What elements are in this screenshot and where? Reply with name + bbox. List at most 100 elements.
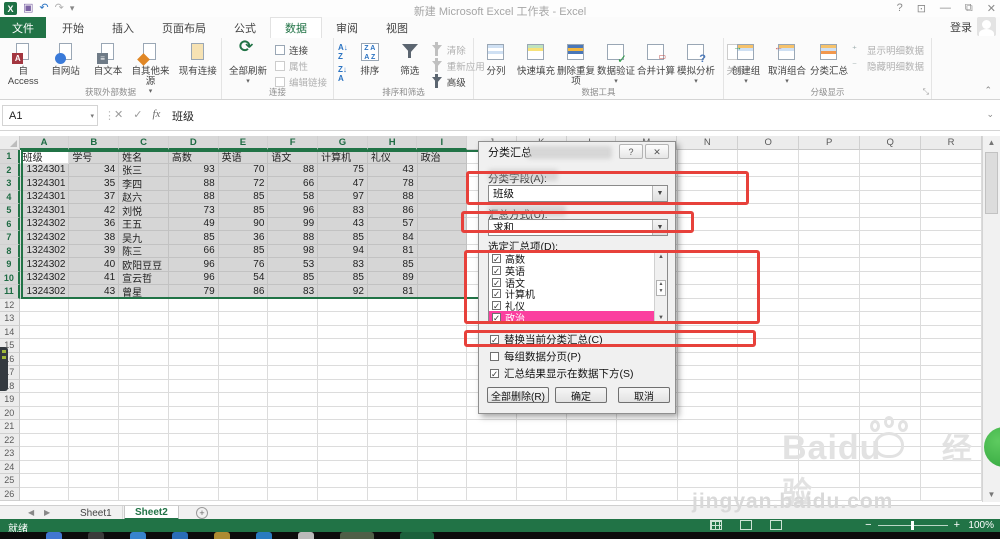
cell-A6[interactable]: 1324302 bbox=[19, 217, 70, 231]
cell-E14[interactable] bbox=[218, 325, 269, 339]
cell-C24[interactable] bbox=[119, 460, 169, 474]
dialog-help-icon[interactable]: ? bbox=[619, 144, 643, 159]
tab-view[interactable]: 视图 bbox=[372, 17, 422, 38]
cell-C17[interactable] bbox=[119, 366, 169, 380]
row-header-10[interactable]: 10 bbox=[0, 271, 20, 285]
cell-A9[interactable]: 1324302 bbox=[19, 258, 70, 272]
cell-A21[interactable] bbox=[19, 420, 70, 434]
cell-P19[interactable] bbox=[799, 393, 861, 407]
cell-G4[interactable]: 97 bbox=[318, 190, 368, 204]
row-header-26[interactable]: 26 bbox=[0, 487, 20, 501]
cell-G25[interactable] bbox=[318, 474, 368, 488]
cell-N23[interactable] bbox=[677, 447, 739, 461]
cell-G13[interactable] bbox=[318, 312, 368, 326]
cell-D9[interactable]: 96 bbox=[168, 258, 219, 272]
column-header-H[interactable]: H bbox=[367, 136, 418, 150]
cell-A20[interactable] bbox=[19, 406, 70, 420]
cell-N9[interactable] bbox=[677, 258, 739, 272]
cell-E26[interactable] bbox=[218, 487, 269, 501]
cell-E6[interactable]: 90 bbox=[218, 217, 269, 231]
cell-N4[interactable] bbox=[677, 190, 739, 204]
cell-A25[interactable] bbox=[19, 474, 70, 488]
cell-C12[interactable] bbox=[119, 298, 169, 312]
column-header-F[interactable]: F bbox=[268, 136, 319, 150]
cell-G7[interactable]: 85 bbox=[318, 231, 368, 245]
cell-I4[interactable] bbox=[417, 190, 468, 204]
cell-H14[interactable] bbox=[367, 325, 418, 339]
cell-B9[interactable]: 40 bbox=[69, 258, 120, 272]
cell-R11[interactable] bbox=[921, 285, 982, 299]
cell-O1[interactable] bbox=[738, 150, 800, 164]
cell-Q9[interactable] bbox=[860, 258, 922, 272]
cell-A19[interactable] bbox=[19, 393, 70, 407]
cell-K23[interactable] bbox=[517, 447, 567, 461]
cell-G17[interactable] bbox=[318, 366, 368, 380]
cell-I6[interactable] bbox=[417, 217, 468, 231]
zoom-percent[interactable]: 100% bbox=[968, 520, 994, 531]
taskbar-app-icon[interactable] bbox=[256, 532, 272, 539]
cell-D1[interactable]: 高数 bbox=[168, 150, 219, 164]
from-other-sources-button[interactable]: 自其他来源 ▾ bbox=[129, 40, 171, 95]
confirm-entry-icon[interactable]: ✓ bbox=[133, 108, 142, 121]
cell-A10[interactable]: 1324302 bbox=[19, 271, 70, 285]
cell-F8[interactable]: 98 bbox=[268, 244, 319, 258]
cell-Q4[interactable] bbox=[860, 190, 922, 204]
row-header-19[interactable]: 19 bbox=[0, 393, 20, 407]
cell-Q6[interactable] bbox=[860, 217, 922, 231]
cell-O16[interactable] bbox=[738, 352, 800, 366]
from-web-button[interactable]: 自网站 bbox=[44, 40, 86, 88]
cell-D5[interactable]: 73 bbox=[168, 204, 219, 218]
cell-F5[interactable]: 96 bbox=[268, 204, 319, 218]
from-text-button[interactable]: ≡ 自文本 bbox=[87, 40, 129, 88]
cell-P18[interactable] bbox=[799, 379, 861, 393]
row-header-8[interactable]: 8 bbox=[0, 244, 20, 258]
column-header-A[interactable]: A bbox=[19, 136, 70, 150]
row-header-23[interactable]: 23 bbox=[0, 447, 20, 461]
cell-E12[interactable] bbox=[218, 298, 269, 312]
cell-C15[interactable] bbox=[119, 339, 169, 353]
cell-G12[interactable] bbox=[318, 298, 368, 312]
cell-R15[interactable] bbox=[921, 339, 982, 353]
cell-R3[interactable] bbox=[921, 177, 982, 191]
cell-C4[interactable]: 赵六 bbox=[119, 190, 169, 204]
cell-J21[interactable] bbox=[467, 420, 518, 434]
cell-L25[interactable] bbox=[566, 474, 617, 488]
cell-R8[interactable] bbox=[921, 244, 982, 258]
cell-H17[interactable] bbox=[367, 366, 418, 380]
cell-R6[interactable] bbox=[921, 217, 982, 231]
cell-M21[interactable] bbox=[616, 420, 678, 434]
zoom-out-icon[interactable]: − bbox=[865, 519, 871, 531]
cell-A18[interactable] bbox=[19, 379, 70, 393]
sheet-tab-sheet2[interactable]: Sheet2 bbox=[124, 506, 179, 520]
cell-R7[interactable] bbox=[921, 231, 982, 245]
cell-I19[interactable] bbox=[417, 393, 468, 407]
cell-D16[interactable] bbox=[168, 352, 219, 366]
cell-B25[interactable] bbox=[69, 474, 120, 488]
cell-D22[interactable] bbox=[168, 433, 219, 447]
cell-I5[interactable] bbox=[417, 204, 468, 218]
collapse-ribbon-icon[interactable]: ⌃ bbox=[984, 85, 992, 96]
taskbar-app-icon[interactable] bbox=[172, 532, 188, 539]
cell-G21[interactable] bbox=[318, 420, 368, 434]
cell-O7[interactable] bbox=[738, 231, 800, 245]
cell-D3[interactable]: 88 bbox=[168, 177, 219, 191]
cell-C20[interactable] bbox=[119, 406, 169, 420]
cell-E8[interactable]: 85 bbox=[218, 244, 269, 258]
row-header-7[interactable]: 7 bbox=[0, 231, 20, 245]
cell-H24[interactable] bbox=[367, 460, 418, 474]
cell-F19[interactable] bbox=[268, 393, 319, 407]
cell-R2[interactable] bbox=[921, 163, 982, 177]
column-header-N[interactable]: N bbox=[677, 136, 739, 150]
cell-B3[interactable]: 35 bbox=[69, 177, 120, 191]
cell-C11[interactable]: 曾星 bbox=[119, 285, 169, 299]
cell-N21[interactable] bbox=[677, 420, 739, 434]
taskbar-app-icon[interactable] bbox=[214, 532, 230, 539]
cell-F21[interactable] bbox=[268, 420, 319, 434]
cell-I17[interactable] bbox=[417, 366, 468, 380]
from-access-button[interactable]: A 自 Access bbox=[2, 40, 44, 88]
row-header-14[interactable]: 14 bbox=[0, 325, 20, 339]
cell-N15[interactable] bbox=[677, 339, 739, 353]
cell-O5[interactable] bbox=[738, 204, 800, 218]
cell-E18[interactable] bbox=[218, 379, 269, 393]
cell-H12[interactable] bbox=[367, 298, 418, 312]
